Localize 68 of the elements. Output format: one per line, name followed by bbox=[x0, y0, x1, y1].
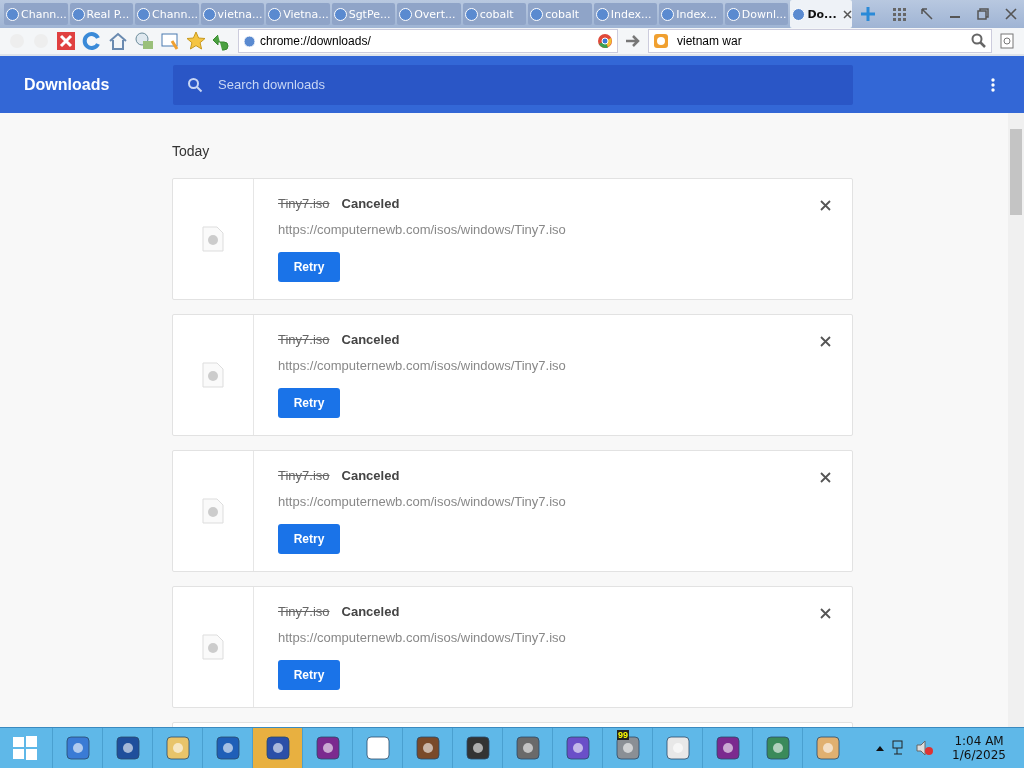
browser-tab[interactable]: Do... bbox=[790, 0, 852, 28]
page-icon[interactable] bbox=[998, 32, 1016, 50]
home-icon[interactable] bbox=[108, 31, 128, 51]
grid-icon[interactable] bbox=[892, 7, 906, 21]
download-status: Canceled bbox=[341, 196, 400, 211]
windows-start-icon[interactable] bbox=[12, 735, 38, 761]
star-icon[interactable] bbox=[186, 31, 206, 51]
restore-icon[interactable] bbox=[976, 7, 990, 21]
muted-speaker-icon[interactable] bbox=[916, 740, 935, 756]
browser-tab[interactable]: Chann... bbox=[135, 3, 199, 25]
close-icon[interactable] bbox=[820, 472, 831, 483]
browser-tab[interactable]: Vietna... bbox=[266, 3, 330, 25]
search-downloads-field[interactable]: Search downloads bbox=[173, 64, 853, 105]
file-icon bbox=[202, 226, 224, 252]
browser-tab[interactable]: Chann... bbox=[4, 3, 68, 25]
browser-tab[interactable]: vietna... bbox=[200, 3, 265, 25]
download-url[interactable]: https://computernewb.com/isos/windows/Tiny7.iso bbox=[278, 222, 566, 237]
retry-button[interactable]: Retry bbox=[278, 524, 340, 554]
stop-icon[interactable] bbox=[56, 31, 76, 51]
download-status: Canceled bbox=[341, 468, 400, 483]
retry-button[interactable]: Retry bbox=[278, 660, 340, 690]
retry-button[interactable]: Retry bbox=[278, 388, 340, 418]
chrome-logo-icon bbox=[597, 33, 613, 49]
file-name[interactable]: Tiny7.iso bbox=[278, 332, 330, 347]
browser-tab[interactable]: Index... bbox=[659, 3, 723, 25]
taskbar-button[interactable] bbox=[252, 728, 302, 768]
download-url[interactable]: https://computernewb.com/isos/windows/Tiny7.iso bbox=[278, 494, 566, 509]
file-name[interactable]: Tiny7.iso bbox=[278, 604, 330, 619]
file-name[interactable]: Tiny7.iso bbox=[278, 196, 330, 211]
browser-tab[interactable]: cobalt bbox=[462, 3, 527, 25]
file-icon bbox=[202, 634, 224, 660]
new-tab-icon[interactable] bbox=[860, 6, 876, 22]
download-url[interactable]: https://computernewb.com/isos/windows/Tiny7.iso bbox=[278, 358, 566, 373]
caret-icon[interactable] bbox=[876, 745, 885, 751]
browser-tab[interactable]: Index... bbox=[593, 3, 658, 25]
count-badge: 99 bbox=[617, 730, 629, 740]
page-title: Downloads bbox=[23, 75, 111, 94]
file-icon bbox=[202, 362, 224, 388]
close-icon[interactable] bbox=[1004, 7, 1018, 21]
clock-time[interactable]: 1:04 AM bbox=[954, 734, 1004, 748]
section-heading: Today bbox=[172, 143, 211, 161]
browser-tab[interactable]: Overt... bbox=[397, 3, 461, 25]
pointer-icon[interactable] bbox=[920, 7, 934, 21]
close-icon[interactable] bbox=[820, 336, 831, 347]
search-icon bbox=[187, 76, 203, 93]
close-tab-icon[interactable] bbox=[842, 9, 852, 19]
history-icon[interactable] bbox=[134, 31, 154, 51]
download-url[interactable]: https://computernewb.com/isos/windows/Tiny7.iso bbox=[278, 630, 566, 645]
retry-button[interactable]: Retry bbox=[278, 252, 340, 282]
browser-tab[interactable]: SgtPe... bbox=[331, 3, 396, 25]
close-icon[interactable] bbox=[820, 608, 831, 619]
browser-tab[interactable]: Real P... bbox=[69, 3, 134, 25]
file-name[interactable]: Tiny7.iso bbox=[278, 468, 330, 483]
search-field[interactable]: vietnam war bbox=[648, 29, 992, 53]
search-engine-icon[interactable] bbox=[653, 33, 669, 49]
browser-tab[interactable]: cobalt bbox=[528, 3, 592, 25]
close-icon[interactable] bbox=[820, 200, 831, 211]
scrollbar[interactable] bbox=[1008, 113, 1024, 727]
download-status: Canceled bbox=[341, 604, 400, 619]
more-options-icon[interactable] bbox=[991, 77, 995, 92]
file-icon bbox=[202, 498, 224, 524]
download-status: Canceled bbox=[341, 332, 400, 347]
taskbar-button[interactable]: 99 bbox=[602, 728, 652, 768]
clock-date[interactable]: 1/6/2025 bbox=[952, 748, 1006, 762]
search-icon[interactable] bbox=[971, 33, 987, 49]
address-field[interactable]: chrome://downloads/ bbox=[238, 29, 618, 53]
browser-tab[interactable]: Downl... bbox=[724, 3, 789, 25]
reload-icon[interactable] bbox=[82, 31, 102, 51]
